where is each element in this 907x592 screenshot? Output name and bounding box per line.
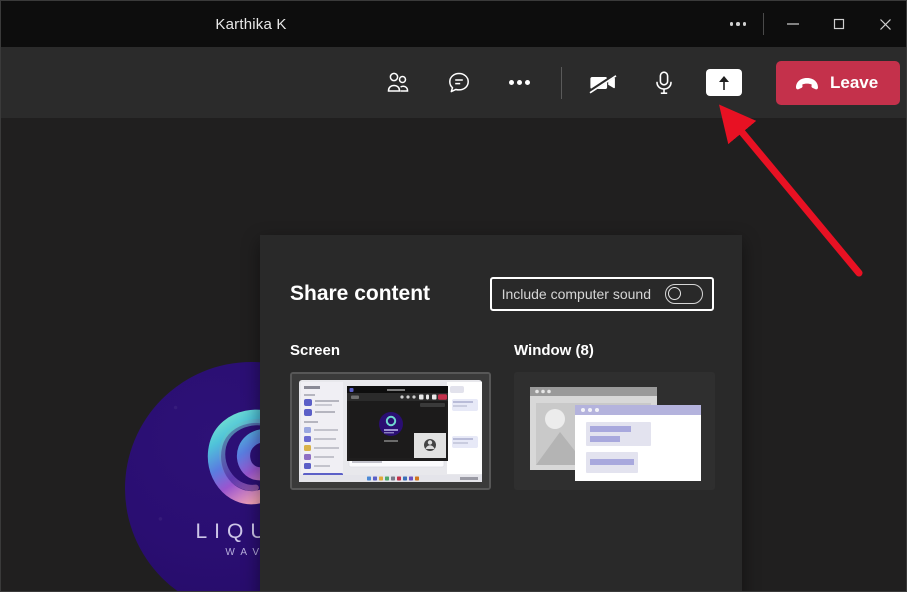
share-section-window: Window (8) (514, 342, 715, 490)
screen-section-label: Screen (290, 342, 341, 359)
share-screen-up-arrow-icon (719, 75, 729, 90)
call-toolbar: Leave (1, 47, 906, 156)
include-computer-sound-label: Include computer sound (501, 286, 651, 302)
more-actions-button[interactable] (497, 64, 541, 102)
titlebar-more-options-button[interactable] (715, 1, 761, 47)
mic-toggle-button[interactable] (642, 64, 686, 102)
minimize-icon (787, 23, 799, 25)
camera-off-icon (589, 72, 617, 94)
windows-preview-icon (516, 374, 713, 488)
desktop-preview-icon (292, 374, 489, 488)
toggle-knob (668, 287, 681, 300)
leave-button[interactable]: Leave (776, 60, 901, 105)
chat-icon (449, 72, 469, 92)
people-icon (387, 72, 409, 92)
teams-call-window: Karthika K Leave LIQUID WAVE Share conte… (0, 0, 907, 592)
ellipsis-icon (508, 80, 530, 85)
close-icon (879, 18, 891, 30)
chat-button[interactable] (437, 64, 481, 102)
share-content-button[interactable] (706, 69, 742, 96)
share-panel-title: Share content (290, 282, 431, 305)
microphone-icon (656, 70, 672, 94)
title-bar: Karthika K (1, 1, 906, 47)
window-controls (715, 1, 906, 47)
titlebar-divider (763, 13, 764, 35)
close-button[interactable] (862, 1, 906, 47)
share-content-panel: Share content Include computer sound Scr… (260, 235, 742, 591)
maximize-button[interactable] (816, 1, 862, 47)
window-thumbnail[interactable] (514, 372, 715, 490)
include-computer-sound-toggle[interactable]: Include computer sound (489, 277, 714, 311)
toggle-track (665, 284, 703, 304)
share-section-screen: Screen (290, 342, 493, 490)
video-stage: LIQUID WAVE Karthika K Share content Inc… (1, 118, 906, 591)
screen-thumbnail[interactable] (290, 372, 491, 490)
ellipsis-icon (729, 22, 747, 26)
window-section-label: Window (8) (514, 342, 594, 359)
share-panel-header: Share content Include computer sound (290, 275, 714, 313)
hang-up-phone-icon (796, 77, 818, 89)
toolbar-divider (561, 66, 562, 99)
maximize-icon (833, 18, 845, 30)
people-button[interactable] (377, 64, 421, 102)
camera-toggle-button[interactable] (582, 64, 626, 102)
minimize-button[interactable] (770, 1, 816, 47)
window-title: Karthika K (215, 15, 287, 33)
leave-button-label: Leave (830, 72, 879, 92)
